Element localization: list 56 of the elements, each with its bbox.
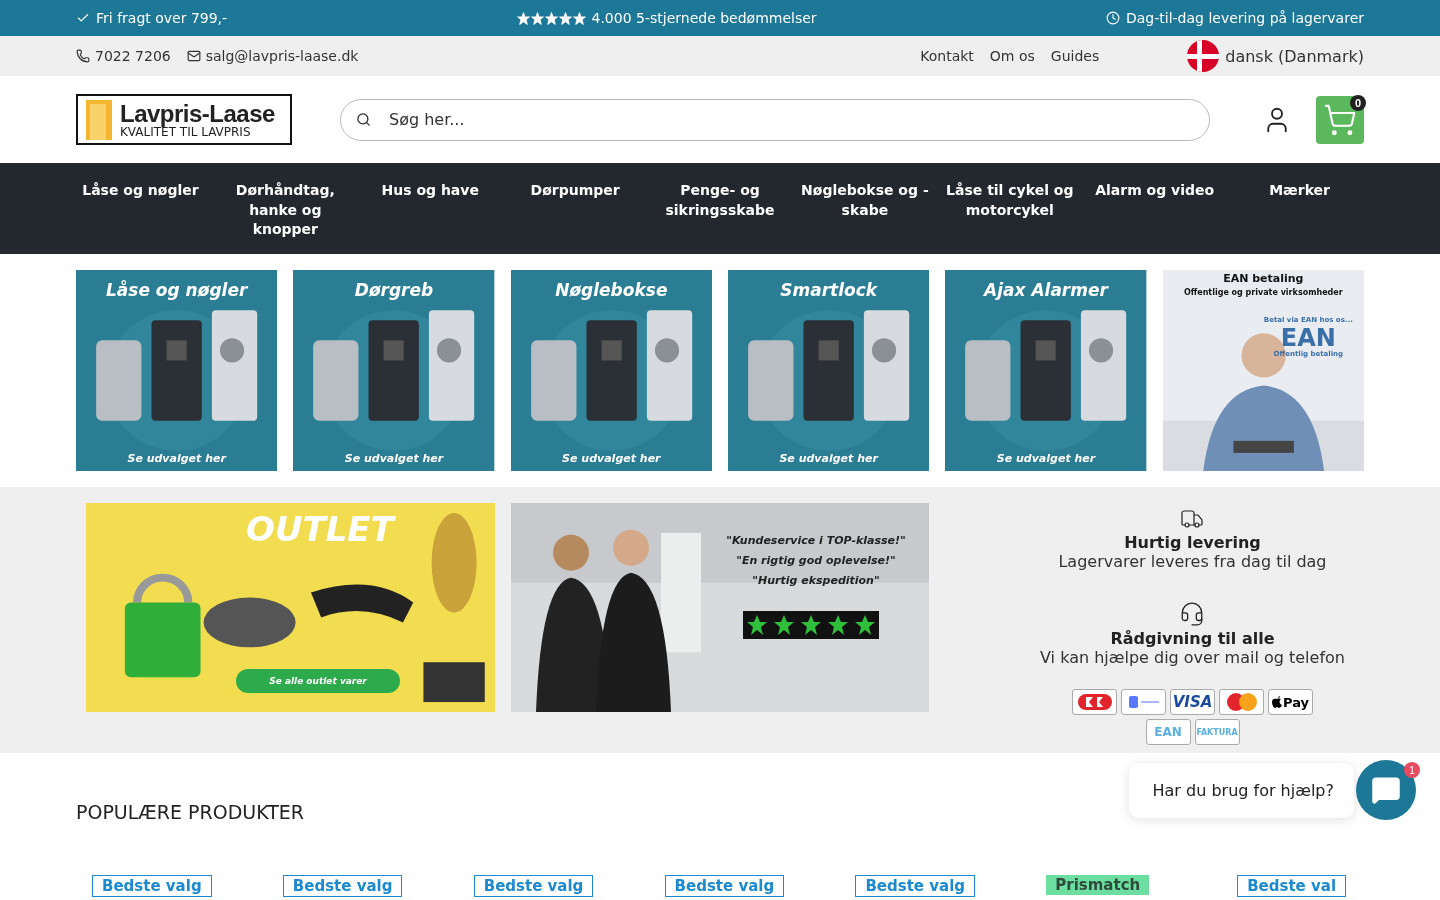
logo[interactable]: Lavpris-Laase KVALITET TIL LAVPRIS [76, 94, 292, 145]
product-badge: Bedste valg [473, 875, 594, 897]
nav-item[interactable]: Dørhåndtag, hanke og knopper [220, 163, 350, 254]
feature-text: Vi kan hjælpe dig over mail og telefon [1040, 648, 1345, 667]
apple-pay-logo: Pay [1268, 689, 1313, 715]
tile-link[interactable]: Se udvalget her [510, 452, 712, 465]
phone-number: 7022 7206 [95, 48, 171, 64]
section-heading: POPULÆRE PRODUKTER [76, 801, 306, 823]
tile-title: Smartlock [779, 280, 879, 300]
feature-title: Hurtig levering [1124, 533, 1261, 552]
nav-item[interactable]: Penge- og sikringsskabe [655, 163, 785, 254]
announcement-text: Fri fragt over 799,- [96, 10, 228, 26]
nav-item[interactable]: Nøglebokse og -skabe [800, 163, 930, 254]
email-address: salg@lavpris-laase.dk [205, 48, 359, 64]
product-badge: Bedste valg [664, 875, 785, 897]
product-badge: Bedste valg [855, 875, 976, 897]
chat-prompt[interactable]: Har du brug for hjælp? [1128, 762, 1354, 818]
banner-title: OUTLET [246, 509, 394, 549]
announcement-text: Dag-til-dag levering på lagervarer [1126, 10, 1364, 26]
top-link[interactable]: Kontakt [920, 48, 974, 64]
visa-logo: VISA [1170, 689, 1215, 715]
nav-item[interactable]: Hus og have [365, 163, 495, 254]
product-badge: Bedste valg [282, 875, 403, 897]
feature-title: Rådgivning til alle [1110, 629, 1275, 648]
tile-link[interactable]: Se udvalget her [76, 452, 278, 465]
top-link[interactable]: Guides [1050, 48, 1100, 64]
nav-item[interactable]: Alarm og video [1090, 163, 1220, 254]
tile-title: EAN betaling [1222, 272, 1305, 285]
review-quote: "Hurtig ekspedition" [751, 573, 881, 589]
search-field[interactable]: Søg her... [340, 98, 1210, 141]
tile-title: Nøglebokse [554, 280, 669, 300]
nav-item[interactable]: Låse og nøgler [76, 163, 205, 254]
tile-link[interactable]: Se udvalget her [293, 452, 495, 465]
faktura-logo: FAKTURA [1194, 719, 1240, 745]
product-badge: Bedste val [1237, 875, 1347, 897]
cart-button[interactable]: 0 [1316, 95, 1364, 144]
product-badge: Prismatch [1046, 875, 1150, 895]
tile-link[interactable]: Se udvalget her [728, 452, 930, 465]
tile-subtitle: Offentlige og private virksomheder [1182, 288, 1344, 297]
nav-item[interactable]: Dørpumper [510, 163, 640, 254]
nav-item[interactable]: Låse til cykel og motorcykel [945, 163, 1075, 254]
tile-title: Ajax Alarmer [982, 280, 1110, 300]
ean-logo: EAN [1145, 719, 1191, 745]
nav-item[interactable]: Mærker [1235, 163, 1364, 254]
language-selector[interactable]: dansk (Danmark) [1225, 46, 1364, 66]
announcement-text: 4.000 5-stjernede bedømmelser [591, 10, 817, 26]
tile-title: Dørgreb [353, 280, 435, 300]
review-quote: "Kundeservice i TOP-klasse!" [725, 533, 907, 549]
feature-text: Lagervarer leveres fra dag til dag [1058, 552, 1327, 571]
cart-count: 0 [1350, 94, 1366, 111]
notification-badge: 1 [1404, 762, 1420, 778]
review-quote: "En rigtig god oplevelse!" [735, 553, 897, 569]
top-link[interactable]: Om os [989, 48, 1035, 64]
tile-link[interactable]: Se udvalget her [945, 452, 1147, 465]
tile-title: Låse og nøgler [105, 280, 249, 300]
product-badge: Bedste valg [92, 875, 212, 897]
